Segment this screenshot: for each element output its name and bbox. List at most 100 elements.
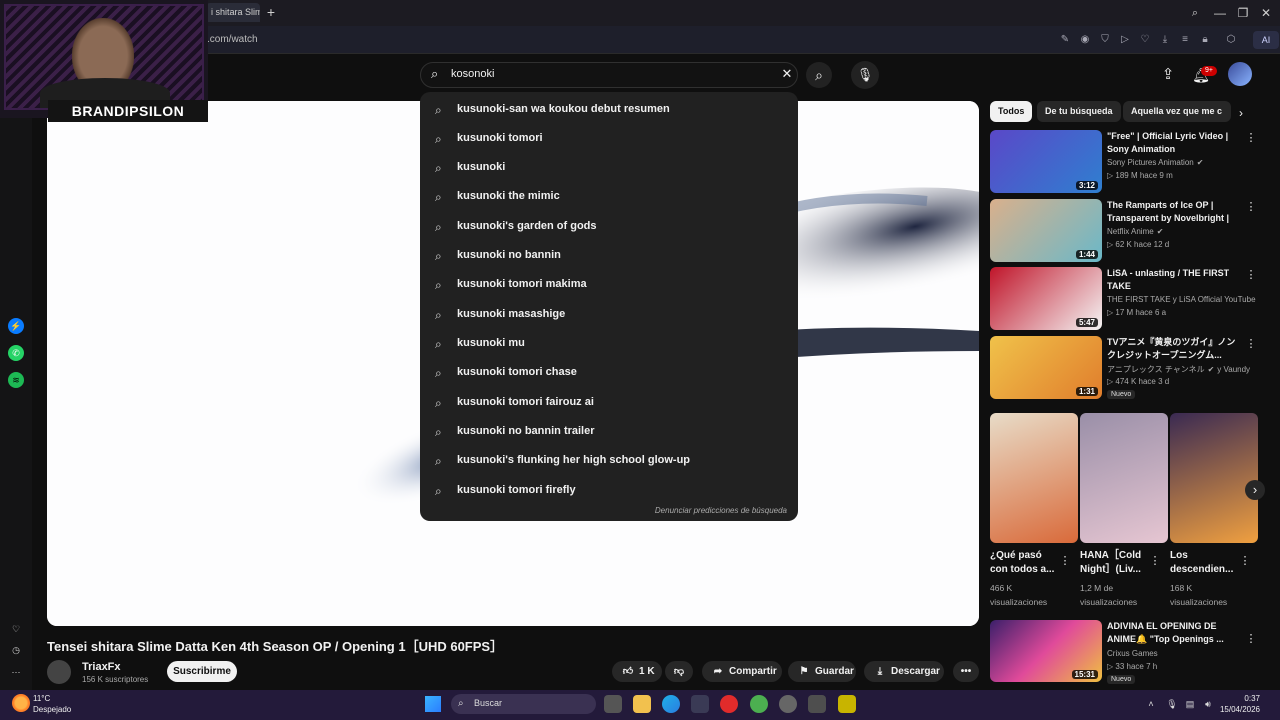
video-thumbnail[interactable]: 15:31 <box>990 620 1102 682</box>
edit-icon[interactable]: ✎ <box>1058 33 1072 47</box>
suggestion-item[interactable]: ⌕ kusunoki the mimic <box>420 183 798 212</box>
download-icon[interactable]: ⤓ <box>1158 33 1172 47</box>
windows-start-icon[interactable] <box>425 696 441 712</box>
chevron-right-icon[interactable]: › <box>1234 106 1248 120</box>
tray-chevron-icon[interactable]: ˄ <box>1145 698 1157 710</box>
dislike-button[interactable]: 👎︎ <box>665 661 693 682</box>
close-window-icon[interactable]: ✕ <box>1256 4 1276 22</box>
video-title-link[interactable]: "Free" | Official Lyric Video | Sony Ani… <box>1107 130 1237 156</box>
suggestion-item[interactable]: ⌕ kusunoki tomori fairouz ai <box>420 389 798 418</box>
upload-icon[interactable]: ⇪ <box>1158 65 1178 85</box>
edge-icon[interactable] <box>662 695 680 713</box>
extension-icon[interactable]: ⬡ <box>1224 33 1238 47</box>
browser-tab-active[interactable]: i shitara Slim <box>206 3 260 22</box>
heart-icon[interactable]: ♡ <box>1138 33 1152 47</box>
video-channel[interactable]: Crixus Games <box>1107 649 1158 658</box>
suggestion-item[interactable]: ⌕ kusunoki tomori chase <box>420 359 798 388</box>
suggestion-item[interactable]: ⌕ kusunoki no bannin <box>420 242 798 271</box>
suggestion-item[interactable]: ⌕ kusunoki tomori <box>420 125 798 154</box>
microphone-icon[interactable]: 🎙︎ <box>851 61 879 89</box>
suggestion-item[interactable]: ⌕ kusunoki masashige <box>420 301 798 330</box>
video-title-link[interactable]: ADIVINA EL OPENING DE ANIME🔔 "Top Openin… <box>1107 620 1237 646</box>
short-title[interactable]: Los descendien... <box>1170 549 1240 577</box>
clock-date[interactable]: 15/04/2026 <box>1216 705 1260 714</box>
short-title[interactable]: ¿Qué pasó con todos a... <box>990 549 1060 577</box>
report-predictions-link[interactable]: Denunciar predicciones de búsqueda <box>560 506 787 515</box>
more-actions-button[interactable]: ••• <box>953 661 979 682</box>
weather-temperature[interactable]: 11°C <box>33 694 50 703</box>
url-field[interactable]: .com/watch <box>207 34 258 45</box>
volume-icon[interactable]: 🔊︎ <box>1202 698 1214 710</box>
spotify-icon[interactable]: ≋ <box>8 372 24 388</box>
suggestion-item[interactable]: ⌕ kusunoki-san wa koukou debut resumen <box>420 96 798 125</box>
video-title-link[interactable]: LiSA - unlasting / THE FIRST TAKE <box>1107 267 1237 293</box>
chip-from-search[interactable]: De tu búsqueda <box>1037 101 1121 122</box>
video-thumbnail[interactable]: 5:47 <box>990 267 1102 330</box>
short-more-icon[interactable]: ⋮ <box>1149 554 1161 567</box>
short-thumbnail[interactable] <box>1080 413 1168 543</box>
taskbar-search[interactable] <box>451 694 596 714</box>
maximize-icon[interactable]: ❐ <box>1233 4 1253 22</box>
whatsapp-icon[interactable]: ✆ <box>8 345 24 361</box>
weather-icon[interactable] <box>12 694 30 712</box>
short-thumbnail[interactable] <box>990 413 1078 543</box>
suggestion-item[interactable]: ⌕ kusunoki's garden of gods <box>420 213 798 242</box>
network-icon[interactable]: ▤ <box>1184 698 1196 710</box>
new-tab-button[interactable]: + <box>263 4 279 20</box>
chip-all[interactable]: Todos <box>990 101 1033 122</box>
suggestion-item[interactable]: ⌕ kusunoki's flunking her high school glo… <box>420 447 798 476</box>
suggestion-item[interactable]: ⌕ kusunoki tomori firefly <box>420 477 798 506</box>
store-icon[interactable] <box>691 695 709 713</box>
short-title[interactable]: HANA［Cold Night］(Liv... <box>1080 549 1150 577</box>
minimize-icon[interactable]: — <box>1210 4 1230 22</box>
account-avatar[interactable] <box>1228 62 1252 86</box>
search-input[interactable] <box>451 65 771 83</box>
clock-time[interactable]: 0:37 <box>1222 694 1260 703</box>
ai-button[interactable]: AI <box>1253 31 1279 49</box>
share-button[interactable]: ➦ Compartir <box>702 661 782 682</box>
video-channel[interactable]: THE FIRST TAKE y LiSA Official YouTube <box>1107 295 1256 304</box>
like-button[interactable]: 👍︎ 1 K <box>612 661 662 682</box>
subscribe-button[interactable]: Suscribirme <box>167 661 237 682</box>
video-channel[interactable]: Sony Pictures Animation ✔ <box>1107 158 1203 167</box>
play-icon[interactable]: ▷ <box>1118 33 1132 47</box>
more-options-icon[interactable]: ⋮ <box>1244 200 1258 214</box>
app-icon[interactable] <box>808 695 826 713</box>
channel-avatar[interactable] <box>47 660 71 684</box>
menu-icon[interactable]: ≡ <box>1178 33 1192 47</box>
more-options-icon[interactable]: ⋮ <box>1244 337 1258 351</box>
video-thumbnail[interactable]: 3:12 <box>990 130 1102 193</box>
search-button[interactable]: ⌕ <box>806 62 832 88</box>
more-sidebar-icon[interactable]: ⋯ <box>8 664 24 680</box>
more-options-icon[interactable]: ⋮ <box>1244 632 1258 646</box>
history-icon[interactable]: ◷ <box>8 642 24 658</box>
lock-icon[interactable]: 🔒︎ <box>1198 33 1212 47</box>
chip-related[interactable]: Aquella vez que me c <box>1123 101 1231 122</box>
more-options-icon[interactable]: ⋮ <box>1244 268 1258 282</box>
task-view-icon[interactable] <box>604 695 622 713</box>
obs-icon[interactable] <box>838 695 856 713</box>
shorts-next-button[interactable]: › <box>1245 480 1265 500</box>
save-button[interactable]: ⚑ Guardar <box>788 661 856 682</box>
suggestion-item[interactable]: ⌕ kusunoki mu <box>420 330 798 359</box>
suggestion-item[interactable]: ⌕ kusunoki no bannin trailer <box>420 418 798 447</box>
weather-description[interactable]: Despejado <box>33 705 71 714</box>
short-more-icon[interactable]: ⋮ <box>1239 554 1251 567</box>
heart-sidebar-icon[interactable]: ♡ <box>8 621 24 637</box>
messenger-icon[interactable]: ⚡ <box>8 318 24 334</box>
xbox-icon[interactable] <box>750 695 768 713</box>
short-more-icon[interactable]: ⋮ <box>1059 554 1071 567</box>
video-channel[interactable]: アニプレックス チャンネル ✔ y Vaundy <box>1107 364 1250 375</box>
shield-icon[interactable]: ⛉ <box>1098 33 1112 47</box>
camera-icon[interactable]: ◉ <box>1078 33 1092 47</box>
more-options-icon[interactable]: ⋮ <box>1244 131 1258 145</box>
video-thumbnail[interactable]: 1:44 <box>990 199 1102 262</box>
suggestion-item[interactable]: ⌕ kusunoki <box>420 154 798 183</box>
video-title-link[interactable]: TVアニメ『黄泉のツガイ』ノンクレジットオープニングム... <box>1107 336 1237 362</box>
file-explorer-icon[interactable] <box>633 695 651 713</box>
short-thumbnail[interactable] <box>1170 413 1258 543</box>
microphone-tray-icon[interactable]: 🎙︎ <box>1166 698 1178 710</box>
suggestion-item[interactable]: ⌕ kusunoki tomori makima <box>420 271 798 300</box>
channel-name[interactable]: TriaxFx <box>82 661 121 673</box>
clear-search-icon[interactable]: ✕ <box>779 66 795 82</box>
